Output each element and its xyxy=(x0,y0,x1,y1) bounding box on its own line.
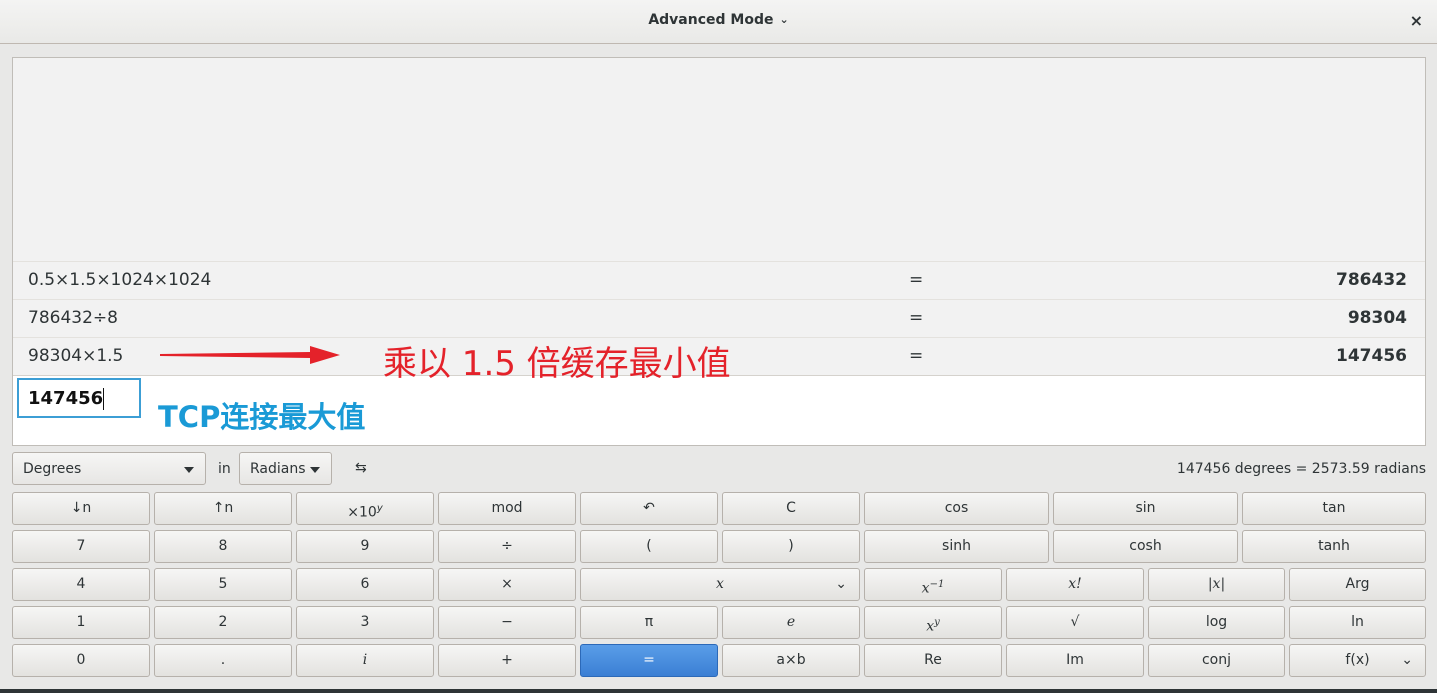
history-equals: = xyxy=(909,308,924,328)
from-unit-label: Degrees xyxy=(23,461,82,477)
decimal-button[interactable]: . xyxy=(154,644,292,677)
divide-button[interactable]: ÷ xyxy=(438,530,576,563)
imaginary-part-button[interactable]: Im xyxy=(1006,644,1144,677)
tan-button[interactable]: tan xyxy=(1242,492,1426,525)
from-unit-select[interactable]: Degrees xyxy=(12,452,206,485)
sin-button[interactable]: sin xyxy=(1053,492,1238,525)
exponent-superscript: y xyxy=(376,503,383,514)
entry-value[interactable]: 147456 xyxy=(28,388,103,409)
in-label: in xyxy=(218,461,231,477)
power-base: x xyxy=(926,618,935,635)
expression-input[interactable]: 147456 xyxy=(17,378,141,418)
digit-0-button[interactable]: 0 xyxy=(12,644,150,677)
history-expression: 98304×1.5 xyxy=(28,346,124,366)
digit-2-button[interactable]: 2 xyxy=(154,606,292,639)
shift-right-button[interactable]: ↓n xyxy=(12,492,150,525)
annotation-red-text: 乘以 1.5 倍缓存最小值 xyxy=(383,344,731,384)
dropdown-arrow-icon xyxy=(184,467,194,473)
function-button[interactable]: f(x) ⌄ xyxy=(1289,644,1426,677)
swap-units-icon[interactable]: ⇆ xyxy=(355,460,367,476)
history-result[interactable]: 98304 xyxy=(1348,308,1407,328)
real-part-button[interactable]: Re xyxy=(864,644,1002,677)
display-area: 0.5×1.5×1024×1024 = 786432 786432÷8 = 98… xyxy=(12,57,1426,446)
annotation-blue-text: TCP连接最大值 xyxy=(158,400,366,434)
to-unit-select[interactable]: Radians xyxy=(239,452,332,485)
cos-button[interactable]: cos xyxy=(864,492,1049,525)
digit-1-button[interactable]: 1 xyxy=(12,606,150,639)
power-button[interactable]: xy xyxy=(864,606,1002,639)
digit-8-button[interactable]: 8 xyxy=(154,530,292,563)
close-paren-button[interactable]: ) xyxy=(722,530,860,563)
history-expression: 0.5×1.5×1024×1024 xyxy=(28,270,212,290)
log-button[interactable]: log xyxy=(1148,606,1285,639)
imaginary-button[interactable]: i xyxy=(296,644,434,677)
header-bar: Advanced Mode ⌄ × xyxy=(0,0,1437,44)
absolute-value-button[interactable]: |x| xyxy=(1148,568,1285,601)
factorial-button[interactable]: x! xyxy=(1006,568,1144,601)
exponent-button[interactable]: ×10y xyxy=(296,492,434,525)
tanh-button[interactable]: tanh xyxy=(1242,530,1426,563)
mode-selector[interactable]: Advanced Mode ⌄ xyxy=(0,12,1437,28)
clear-button[interactable]: C xyxy=(722,492,860,525)
digit-6-button[interactable]: 6 xyxy=(296,568,434,601)
digit-3-button[interactable]: 3 xyxy=(296,606,434,639)
sinh-button[interactable]: sinh xyxy=(864,530,1049,563)
history-equals: = xyxy=(909,346,924,366)
sqrt-button[interactable]: √ xyxy=(1006,606,1144,639)
dropdown-arrow-icon xyxy=(310,467,320,473)
arg-button[interactable]: Arg xyxy=(1289,568,1426,601)
history-equals: = xyxy=(909,270,924,290)
open-paren-button[interactable]: ( xyxy=(580,530,718,563)
window-title[interactable]: Advanced Mode xyxy=(648,12,773,28)
conjugate-button[interactable]: conj xyxy=(1148,644,1285,677)
digit-5-button[interactable]: 5 xyxy=(154,568,292,601)
inverse-button[interactable]: x−1 xyxy=(864,568,1002,601)
history-row[interactable]: 786432÷8 = 98304 xyxy=(13,299,1425,337)
history-list: 0.5×1.5×1024×1024 = 786432 786432÷8 = 98… xyxy=(13,58,1425,376)
history-row[interactable]: 0.5×1.5×1024×1024 = 786432 xyxy=(13,261,1425,299)
equals-button[interactable]: = xyxy=(580,644,718,677)
fixed-point-button[interactable]: a×b xyxy=(722,644,860,677)
add-button[interactable]: + xyxy=(438,644,576,677)
function-label: f(x) xyxy=(1345,652,1370,668)
exponent-label: ×10 xyxy=(347,504,377,521)
subtract-button[interactable]: − xyxy=(438,606,576,639)
history-result[interactable]: 147456 xyxy=(1336,346,1407,366)
variable-label: x xyxy=(716,576,724,592)
digit-4-button[interactable]: 4 xyxy=(12,568,150,601)
ln-button[interactable]: ln xyxy=(1289,606,1426,639)
chevron-down-icon[interactable]: ⌄ xyxy=(779,13,788,26)
inverse-base: x xyxy=(921,580,930,597)
inverse-superscript: −1 xyxy=(929,579,945,590)
shift-left-button[interactable]: ↑n xyxy=(154,492,292,525)
window-bottom-edge xyxy=(0,689,1437,693)
euler-button[interactable]: e xyxy=(722,606,860,639)
pi-button[interactable]: π xyxy=(580,606,718,639)
chevron-down-icon[interactable]: ⌄ xyxy=(835,569,847,600)
cosh-button[interactable]: cosh xyxy=(1053,530,1238,563)
chevron-down-icon[interactable]: ⌄ xyxy=(1401,645,1413,676)
history-result[interactable]: 786432 xyxy=(1336,270,1407,290)
digit-7-button[interactable]: 7 xyxy=(12,530,150,563)
mod-button[interactable]: mod xyxy=(438,492,576,525)
undo-button[interactable]: ↶ xyxy=(580,492,718,525)
to-unit-label: Radians xyxy=(250,461,306,477)
close-button[interactable]: × xyxy=(1410,11,1423,30)
text-caret xyxy=(103,388,104,410)
power-superscript: y xyxy=(934,617,940,628)
unit-conversion-bar: Degrees in Radians ⇆ 147456 degrees = 25… xyxy=(12,452,1426,486)
conversion-result: 147456 degrees = 2573.59 radians xyxy=(1176,461,1426,477)
variable-button[interactable]: x ⌄ xyxy=(580,568,860,601)
digit-9-button[interactable]: 9 xyxy=(296,530,434,563)
red-arrow-annotation xyxy=(160,346,340,364)
history-expression: 786432÷8 xyxy=(28,308,118,328)
multiply-button[interactable]: × xyxy=(438,568,576,601)
